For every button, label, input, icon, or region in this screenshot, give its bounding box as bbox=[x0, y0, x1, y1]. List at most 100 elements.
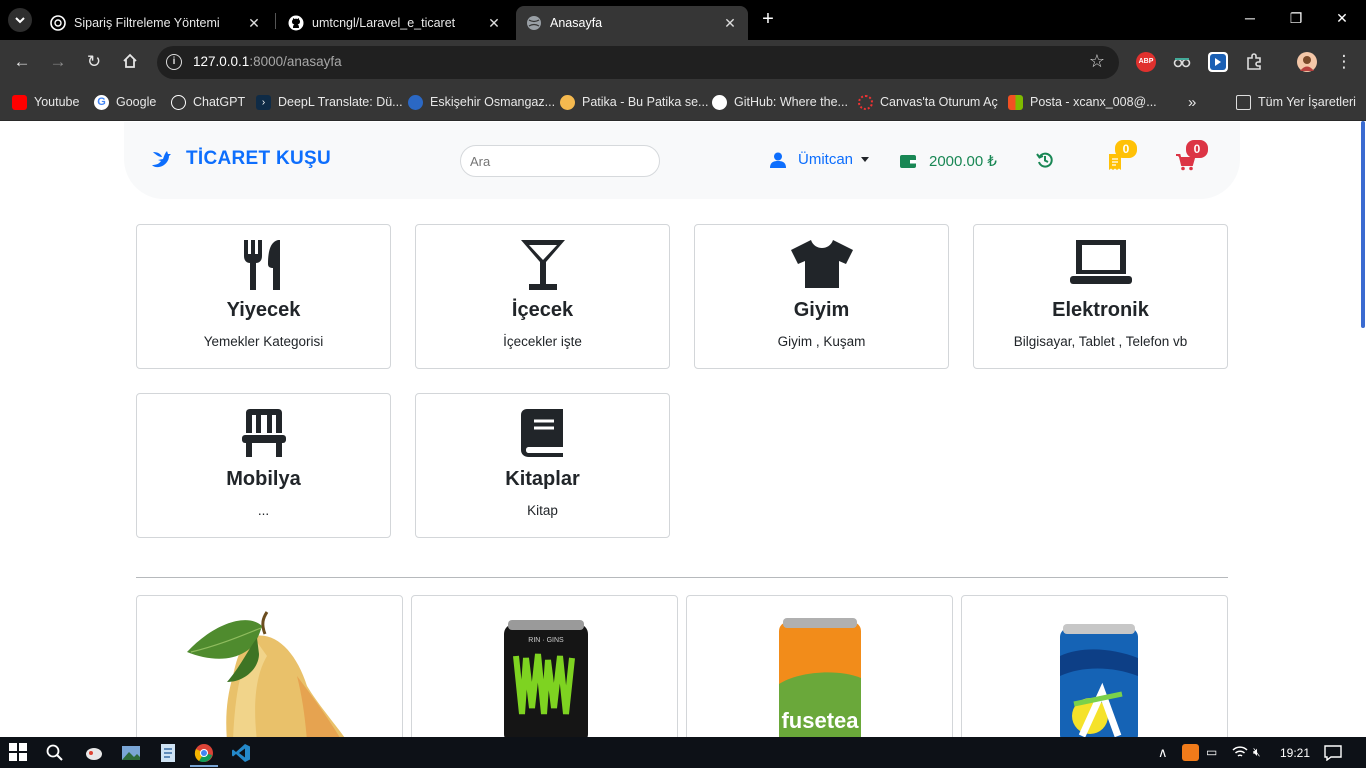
tab-github[interactable]: umtcngl/Laravel_e_ticaret ✕ bbox=[278, 6, 512, 40]
cart-button[interactable]: 0 bbox=[1176, 140, 1208, 176]
youtube-icon bbox=[12, 94, 27, 110]
category-title: Yiyecek bbox=[226, 299, 301, 321]
category-card-mobilya[interactable]: Mobilya ... bbox=[136, 393, 391, 538]
globe-icon bbox=[527, 16, 541, 30]
category-title: Elektronik bbox=[1052, 299, 1149, 321]
canvas-icon bbox=[858, 94, 873, 110]
product-card[interactable]: fusetea bbox=[686, 595, 953, 737]
brand-link[interactable]: TİCARET KUŞU bbox=[150, 148, 331, 170]
adblock-icon[interactable]: ABP bbox=[1136, 52, 1156, 72]
tab-divider bbox=[275, 13, 276, 29]
close-window-icon[interactable]: ✕ bbox=[1332, 10, 1352, 27]
category-title: Kitaplar bbox=[505, 468, 580, 490]
product-card[interactable]: RIN · GINS bbox=[411, 595, 678, 737]
category-card-icecek[interactable]: İçecek İçecekler işte bbox=[415, 224, 670, 369]
orders-button[interactable]: 0 bbox=[1109, 140, 1137, 175]
utensils-icon bbox=[137, 240, 390, 290]
address-bar[interactable]: i 127.0.0.1:8000/anasayfa ☆ bbox=[157, 46, 1119, 79]
category-card-kitaplar[interactable]: Kitaplar Kitap bbox=[415, 393, 670, 538]
category-card-yiyecek[interactable]: Yiyecek Yemekler Kategorisi bbox=[136, 224, 391, 369]
category-title: Mobilya bbox=[226, 468, 301, 490]
browser-toolbar: ← → ↻ i 127.0.0.1:8000/anasayfa ☆ ABP ⋮ bbox=[0, 40, 1366, 85]
app-icon[interactable] bbox=[84, 743, 104, 763]
extension-square-icon[interactable] bbox=[1208, 52, 1228, 72]
bookmark-chatgpt[interactable]: ChatGPT bbox=[171, 93, 245, 111]
notepad-icon[interactable] bbox=[158, 743, 178, 763]
profile-avatar[interactable] bbox=[1297, 52, 1317, 72]
tab-search-button[interactable] bbox=[8, 8, 32, 32]
new-tab-button[interactable]: + bbox=[758, 8, 778, 30]
site-info-icon[interactable]: i bbox=[166, 54, 182, 70]
bookmark-patika[interactable]: Patika - Bu Patika se... bbox=[560, 93, 708, 111]
balance-amount: 2000.00 ₺ bbox=[929, 153, 997, 170]
order-history-link[interactable] bbox=[1036, 151, 1054, 174]
close-icon[interactable]: ✕ bbox=[722, 15, 738, 32]
tray-overflow-icon[interactable]: ∧ bbox=[1158, 745, 1168, 761]
deepl-icon: › bbox=[256, 94, 271, 110]
chatgpt-icon bbox=[50, 15, 66, 31]
user-icon bbox=[770, 152, 786, 168]
user-name: Ümitcan bbox=[798, 151, 854, 168]
windows-start-icon[interactable] bbox=[9, 743, 29, 763]
tab-title: Anasayfa bbox=[550, 16, 603, 30]
close-icon[interactable]: ✕ bbox=[246, 15, 262, 32]
bookmark-star-icon[interactable]: ☆ bbox=[1089, 51, 1105, 72]
bookmark-deepl[interactable]: › DeepL Translate: Dü... bbox=[256, 93, 403, 111]
search-input[interactable] bbox=[460, 145, 660, 177]
google-icon: G bbox=[94, 94, 109, 110]
minimize-icon[interactable]: ─ bbox=[1240, 10, 1260, 26]
category-description: ... bbox=[257, 503, 270, 518]
user-dropdown[interactable]: Ümitcan bbox=[770, 151, 870, 168]
spy-extension-icon[interactable] bbox=[1172, 52, 1192, 72]
tab-anasayfa[interactable]: Anasayfa ✕ bbox=[516, 6, 748, 40]
chrome-icon[interactable] bbox=[194, 743, 214, 763]
reload-icon[interactable]: ↻ bbox=[84, 52, 104, 72]
bookmark-google[interactable]: G Google bbox=[94, 93, 156, 111]
bird-icon bbox=[152, 151, 171, 168]
bookmark-outlook[interactable]: Posta - xcanx_008@... bbox=[1008, 93, 1157, 111]
bookmarks-bar: Youtube G Google ChatGPT › DeepL Translate… bbox=[0, 85, 1366, 121]
battery-icon[interactable]: ▭ bbox=[1206, 745, 1217, 759]
wallet-balance[interactable]: 2000.00 ₺ bbox=[900, 152, 997, 170]
tab-title: umtcngl/Laravel_e_ticaret bbox=[312, 16, 456, 30]
category-card-elektronik[interactable]: Elektronik Bilgisayar, Tablet , Telefon … bbox=[973, 224, 1228, 369]
sprite-can-image bbox=[1060, 624, 1138, 737]
photos-icon[interactable] bbox=[121, 743, 141, 763]
product-card[interactable] bbox=[136, 595, 403, 737]
category-title: İçecek bbox=[511, 299, 574, 321]
patika-icon bbox=[560, 94, 575, 110]
volume-icon[interactable]: 🔇︎ bbox=[1253, 745, 1261, 760]
all-bookmarks-folder[interactable]: Tüm Yer İşaretleri bbox=[1236, 93, 1356, 111]
vscode-icon[interactable] bbox=[231, 743, 251, 763]
restore-icon[interactable]: ❐ bbox=[1286, 10, 1306, 27]
monster-energy-can-image: RIN · GINS bbox=[504, 620, 588, 737]
product-card[interactable] bbox=[961, 595, 1228, 737]
history-icon bbox=[1036, 152, 1053, 168]
forward-icon[interactable]: → bbox=[48, 52, 68, 72]
site-navbar: TİCARET KUŞU Ümitcan 2000.00 ₺ 0 0 bbox=[124, 122, 1240, 199]
github-icon bbox=[712, 94, 727, 110]
notification-icon[interactable] bbox=[1324, 745, 1342, 764]
cart-count-badge: 0 bbox=[1186, 140, 1208, 158]
close-icon[interactable]: ✕ bbox=[486, 15, 502, 32]
tab-strip: Sipariş Filtreleme Yöntemi ✕ umtcngl/Lar… bbox=[0, 0, 1366, 40]
bookmark-canvas[interactable]: Canvas'ta Oturum Aç bbox=[858, 93, 998, 111]
bookmark-eskisehir[interactable]: Eskişehir Osmangaz... bbox=[408, 93, 555, 111]
clock[interactable]: 19:21 bbox=[1280, 746, 1310, 760]
tab-siparis[interactable]: Sipariş Filtreleme Yöntemi ✕ bbox=[40, 6, 272, 40]
extensions-puzzle-icon[interactable] bbox=[1244, 52, 1264, 72]
url-text[interactable]: 127.0.0.1:8000/anasayfa bbox=[193, 54, 342, 69]
more-bookmarks-button[interactable]: » bbox=[1188, 93, 1196, 111]
category-card-giyim[interactable]: Giyim Giyim , Kuşam bbox=[694, 224, 949, 369]
scrollbar-thumb[interactable] bbox=[1361, 121, 1365, 328]
bookmark-youtube[interactable]: Youtube bbox=[12, 93, 79, 111]
wifi-icon[interactable] bbox=[1232, 745, 1248, 762]
back-icon[interactable]: ← bbox=[12, 52, 32, 72]
bookmark-github[interactable]: GitHub: Where the... bbox=[712, 93, 848, 111]
chatgpt-icon bbox=[171, 94, 186, 110]
brand-name: TİCARET KUŞU bbox=[186, 148, 332, 169]
menu-dots-icon[interactable]: ⋮ bbox=[1334, 52, 1354, 72]
home-icon[interactable] bbox=[120, 52, 140, 72]
search-icon[interactable] bbox=[45, 743, 65, 763]
xampp-icon[interactable] bbox=[1182, 744, 1199, 761]
